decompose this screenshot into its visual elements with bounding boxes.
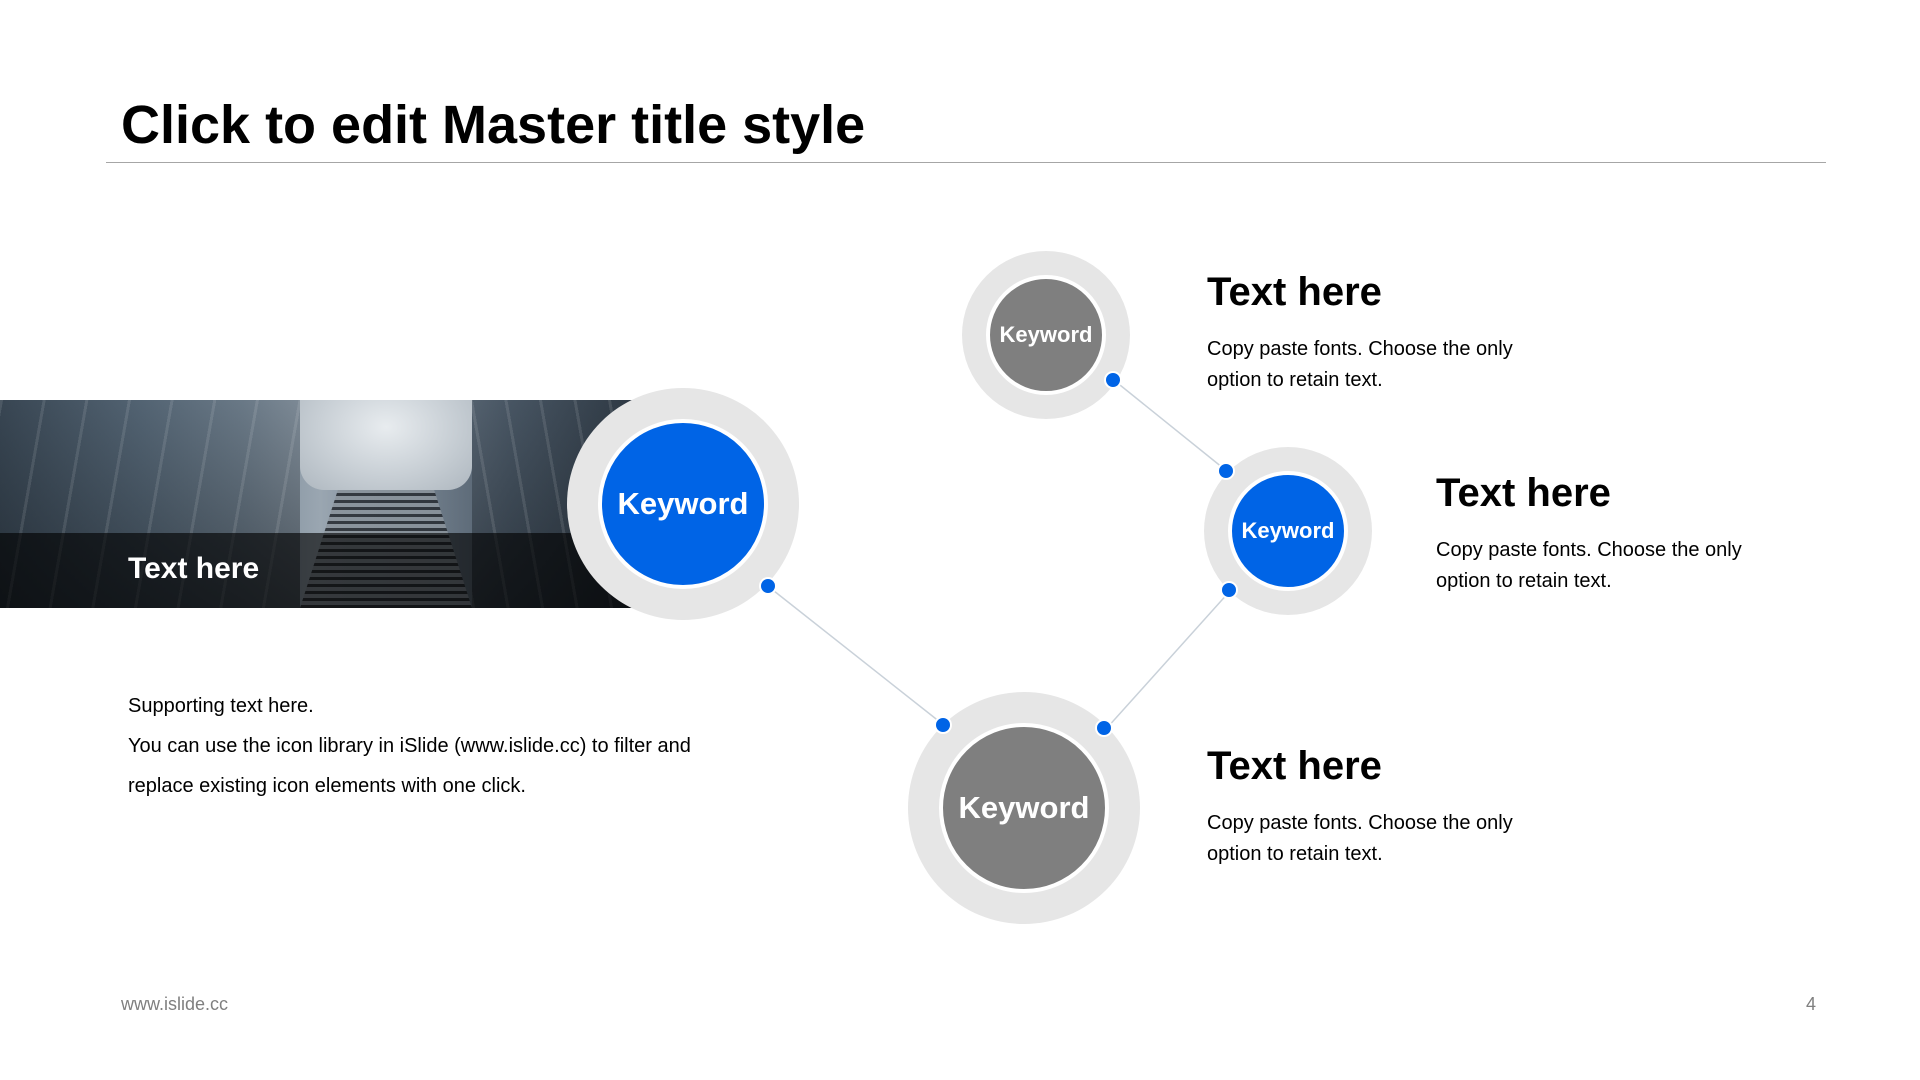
text-item-middle: Text here Copy paste fonts. Choose the o… — [1436, 469, 1796, 597]
supporting-text-line1: Supporting text here. — [128, 695, 314, 717]
item-description-line1: Copy paste fonts. Choose the only — [1436, 539, 1742, 561]
item-description-line2: option to retain text. — [1207, 369, 1383, 391]
supporting-text-line2: You can use the icon library in iSlide (… — [128, 735, 691, 757]
connector-dot — [1220, 581, 1238, 599]
top-keyword-label: Keyword — [999, 322, 1093, 347]
bottom-keyword-label: Keyword — [958, 790, 1090, 825]
item-description-line1: Copy paste fonts. Choose the only — [1207, 338, 1513, 360]
item-description-line1: Copy paste fonts. Choose the only — [1207, 812, 1513, 834]
middle-keyword-node[interactable]: Keyword — [1228, 471, 1348, 591]
connector-dot — [759, 577, 777, 595]
bottom-keyword-node[interactable]: Keyword — [939, 723, 1109, 893]
item-heading: Text here — [1436, 471, 1611, 515]
banner-caption-band — [0, 533, 640, 608]
main-keyword-label: Keyword — [617, 486, 749, 521]
item-description-line2: option to retain text. — [1207, 843, 1383, 865]
text-item-bottom: Text here Copy paste fonts. Choose the o… — [1207, 742, 1567, 870]
item-description-line2: option to retain text. — [1436, 570, 1612, 592]
connector-dot — [934, 716, 952, 734]
supporting-text: Supporting text here. You can use the ic… — [128, 686, 788, 806]
connector-main-bottom — [768, 586, 946, 727]
item-heading: Text here — [1207, 270, 1382, 314]
slide-title: Click to edit Master title style — [121, 95, 866, 155]
footer-url: www.islide.cc — [121, 994, 229, 1014]
sky-opening — [300, 400, 472, 490]
connector-dot — [1104, 371, 1122, 389]
page-number: 4 — [1805, 994, 1816, 1014]
connector-dot — [1095, 719, 1113, 737]
text-item-top: Text here Copy paste fonts. Choose the o… — [1207, 268, 1567, 396]
item-heading: Text here — [1207, 744, 1382, 788]
middle-keyword-label: Keyword — [1241, 518, 1335, 543]
top-keyword-node[interactable]: Keyword — [986, 275, 1106, 395]
connector-dot — [1217, 462, 1235, 480]
banner-label: Text here — [128, 552, 260, 585]
title-divider — [106, 162, 1826, 163]
main-keyword-node[interactable]: Keyword — [598, 419, 768, 589]
connector-bottom-middle — [1105, 590, 1231, 730]
supporting-text-line3: replace existing icon elements with one … — [128, 775, 526, 797]
building-photo-banner — [0, 400, 640, 608]
